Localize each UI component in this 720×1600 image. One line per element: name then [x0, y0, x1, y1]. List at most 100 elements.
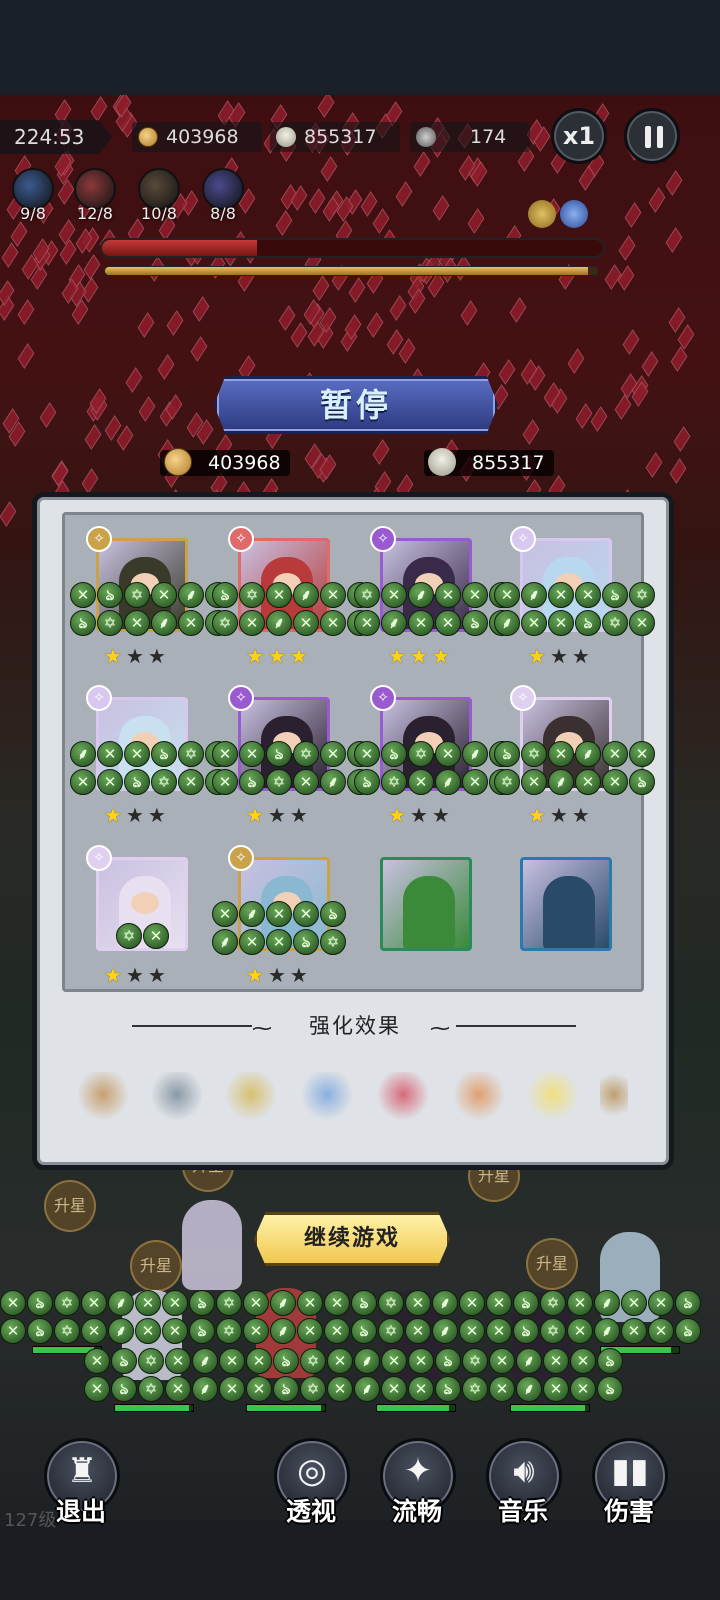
star-icon: ★ — [549, 644, 572, 668]
buff-chip-icon: ✡ — [462, 1348, 488, 1374]
battlefield-buff-chips: ✕ ঌ ✡ ✕ ⸙ ✕ ✕ ঌ ✡ ✕ ⸙ ✕ ✕ ঌ ✡ ✕ ⸙ ✕ ✕ ঌ ✡ ✕ ⸙ ✕ ✕ ঌ — [0, 1318, 720, 1344]
buff-chip-icon: ✕ — [570, 1348, 596, 1374]
buff-chip-icon: ⸙ — [108, 1318, 134, 1344]
buff-chip-icon: ঌ — [513, 1318, 539, 1344]
buff-chip-icon: ✕ — [489, 1376, 515, 1402]
hero-card-bat-blob[interactable] — [520, 857, 612, 951]
hero-hp-bar — [510, 1404, 590, 1412]
star-icon: ★ — [571, 803, 594, 827]
star-icon: ★ — [147, 963, 170, 987]
buff-chip-row: ঌ✡✕⸙✕✕ — [70, 610, 232, 636]
magic-sword-icon[interactable] — [302, 1072, 352, 1122]
hero-star-rating: ★★★ — [388, 805, 454, 825]
hourglass-icon[interactable] — [226, 1072, 276, 1122]
buff-chip-icon: ঌ — [597, 1348, 623, 1374]
coin-icon — [164, 448, 192, 476]
buff-chip-icon: ঌ — [189, 1318, 215, 1344]
upgrade-star-button[interactable]: 升星 — [130, 1240, 182, 1292]
buff-chip-icon: ✡ — [212, 610, 238, 636]
buff-chip-icon: ⸙ — [354, 1376, 380, 1402]
buff-chip-icon: ✕ — [435, 582, 461, 608]
star-icon: ★ — [409, 803, 432, 827]
castle-icon: ♜ — [66, 1451, 98, 1491]
buff-chip-icon: ✕ — [70, 769, 96, 795]
skill-count: 8/8 — [210, 204, 236, 223]
dragon-class-icon: ✧ — [370, 685, 396, 711]
buff-chip-icon: ঌ — [212, 582, 238, 608]
buff-chip-icon: ঌ — [597, 1376, 623, 1402]
hero-card-green-slime[interactable] — [380, 857, 472, 951]
buff-chip-icon: ✕ — [567, 1318, 593, 1344]
buff-chip-icon: ✡ — [540, 1318, 566, 1344]
buff-chip-icon: ✕ — [408, 610, 434, 636]
buff-chip-icon: ✡ — [300, 1348, 326, 1374]
buff-chip-icon: ✕ — [408, 1348, 434, 1374]
buff-chip-icon: ✕ — [70, 582, 96, 608]
pause-icon — [644, 126, 664, 148]
pause-kill-counter: 855317 — [424, 448, 554, 476]
buff-chip-icon: ঌ — [351, 1290, 377, 1316]
buff-chip-icon: ✡ — [300, 1376, 326, 1402]
buff-chip-icon: ✕ — [239, 929, 265, 955]
partial-buff-icon[interactable] — [600, 1072, 628, 1122]
buff-chip-icon: ✕ — [243, 1290, 269, 1316]
buff-chip-icon: ✕ — [435, 741, 461, 767]
buff-chip-row: ঌ✡✕⸙✕✕ — [354, 769, 516, 795]
upgrade-star-button[interactable]: 升星 — [44, 1180, 96, 1232]
vortex-class-icon: ✧ — [86, 845, 112, 871]
buff-chip-icon: ✕ — [81, 1290, 107, 1316]
exit-label: 退出 — [55, 1497, 106, 1526]
buff-chip-icon: ✡ — [378, 1290, 404, 1316]
star-icon: ★ — [388, 803, 410, 827]
buff-chip-row: ঌ✡✕⸙✕✕ — [494, 741, 656, 767]
buff-chip-icon: ⸙ — [516, 1376, 542, 1402]
star-icon: ★ — [125, 963, 148, 987]
puppet-icon[interactable] — [78, 1072, 128, 1122]
buff-chip-row: ⸙✕✕ঌ✡✕ — [70, 741, 232, 767]
buff-chip-icon: ✕ — [648, 1290, 674, 1316]
star-icon: ★ — [125, 644, 148, 668]
buff-chip-row: ঌ✡✕⸙✕✕ — [212, 582, 374, 608]
buff-chip-icon: ✡ — [138, 1348, 164, 1374]
hero-star-rating: ★★★ — [246, 805, 312, 825]
buff-chip-icon: ⸙ — [381, 610, 407, 636]
star-icon: ★ — [289, 644, 312, 668]
buff-chip-icon: ✕ — [567, 1290, 593, 1316]
pause-gold-value: 403968 — [208, 452, 281, 474]
pause-title-banner: 暂停 — [214, 376, 498, 434]
buff-chip-icon: ✡ — [54, 1318, 80, 1344]
golden-swords-icon[interactable] — [528, 1072, 578, 1122]
pause-button[interactable] — [624, 108, 680, 164]
music-label: 音乐 — [497, 1497, 548, 1526]
star-icon: ★ — [246, 963, 268, 987]
battlefield-buff-chips: ✕ ঌ ✡ ✕ ⸙ ✕ ✕ ঌ ✡ ✕ ⸙ ✕ ✕ ঌ ✡ ✕ ⸙ ✕ ✕ ঌ ✡ ✕ ⸙ ✕ ✕ ঌ — [0, 1290, 720, 1316]
crossed-swords-icon[interactable] — [152, 1072, 202, 1122]
continue-game-button[interactable]: 继续游戏 — [254, 1212, 450, 1266]
ornament-left-icon: ⁓ — [252, 1016, 272, 1040]
star-icon: ★ — [528, 803, 550, 827]
star-icon: ★ — [104, 803, 126, 827]
upgrade-star-button[interactable]: 升星 — [526, 1238, 578, 1290]
buff-chip-row: ✕✕ঌ✡✕⸙ — [70, 769, 232, 795]
kill-counter: 855317 — [270, 122, 400, 152]
buff-chip-icon: ✕ — [266, 901, 292, 927]
buff-chip-icon: ✕ — [486, 1318, 512, 1344]
gold-value: 403968 — [166, 126, 239, 148]
buff-chip-icon: ⸙ — [516, 1348, 542, 1374]
buff-chip-icon: ✕ — [381, 1348, 407, 1374]
buff-chip-icon: ✕ — [381, 1376, 407, 1402]
buff-chip-icon: ঌ — [602, 582, 628, 608]
buff-chip-icon: ✕ — [162, 1290, 188, 1316]
speaker-icon: 🔊︎ — [513, 1451, 535, 1491]
buff-chip-icon: ✕ — [84, 1376, 110, 1402]
buff-chip-icon: ঌ — [381, 741, 407, 767]
strength-icon[interactable] — [454, 1072, 504, 1122]
hero-star-rating: ★★★ — [104, 965, 170, 985]
buff-chip-icon: ✕ — [320, 582, 346, 608]
star-icon: ★ — [409, 644, 432, 668]
smooth-label: 流畅 — [391, 1497, 442, 1526]
buff-chip-icon: ✕ — [219, 1348, 245, 1374]
spellbook-icon[interactable] — [378, 1072, 428, 1122]
speed-button[interactable]: x1 — [551, 108, 607, 164]
skill-count: 12/8 — [77, 204, 113, 223]
